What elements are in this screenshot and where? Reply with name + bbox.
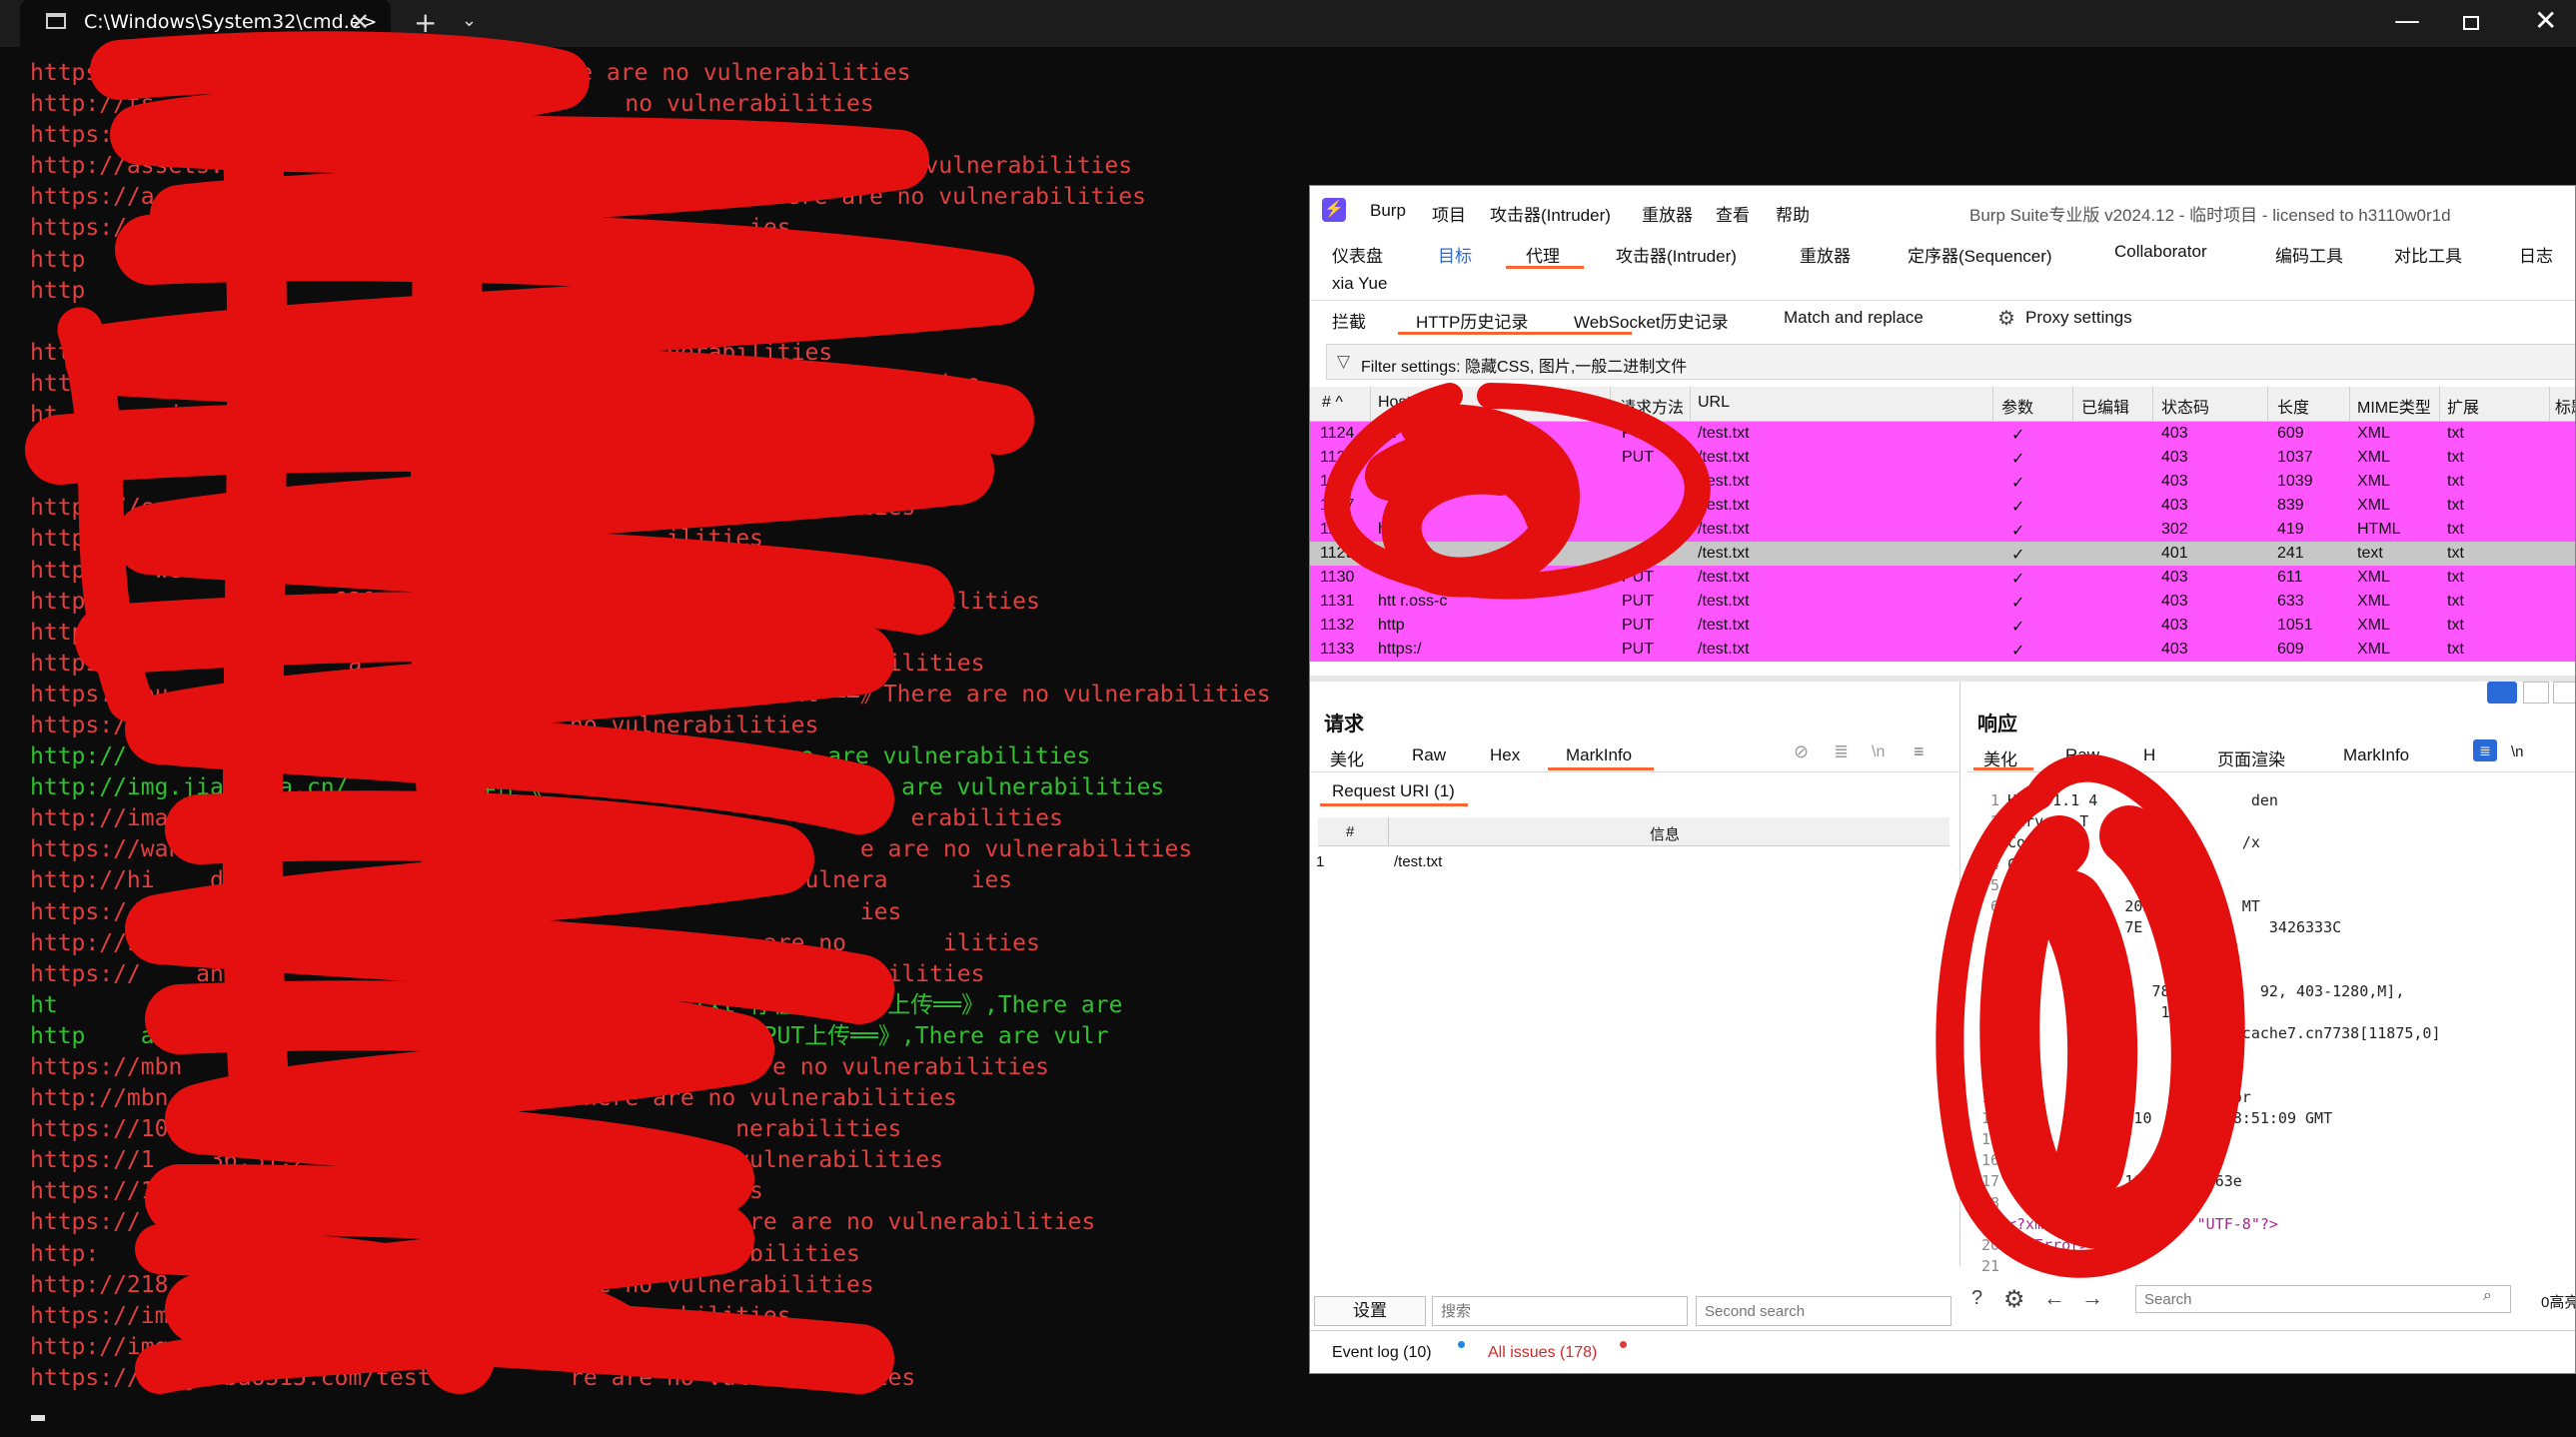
cmd-output-line: ht aliyuncs.com/test.txt 存在《══PUT上传══》,T… bbox=[30, 991, 1123, 1018]
terminal-icon bbox=[46, 13, 66, 29]
cmd-tab[interactable]: C:\Windows\System32\cmd.e> ✕ bbox=[20, 0, 391, 47]
cmd-output-line: https://oss ilities bbox=[30, 122, 763, 149]
cmd-output-line: http://img are no vulnerabiliti bbox=[30, 1333, 750, 1360]
cmd-output-line: https://im s. are no vulnerabilities bbox=[30, 1302, 791, 1329]
cmd-titlebar: C:\Windows\System32\cmd.e> ✕ + ⌄ — ✕ bbox=[0, 0, 2576, 47]
cmd-output: https:// . ==》There are no vulnerabiliti… bbox=[30, 58, 1529, 1394]
cmd-output-line: http://218 are no vulnerabilities bbox=[30, 1271, 874, 1298]
cmd-output-line: https:// a are no vulnerabilities bbox=[30, 650, 985, 677]
cmd-output-line: http atic.oss .com/test.txt 存在《══PUT上传══… bbox=[30, 1022, 1109, 1049]
cmd-output-line: https://www nerabilities bbox=[30, 339, 833, 366]
cmd-output-line: https://wan .oss .com/test.txt e are no … bbox=[30, 836, 1193, 863]
chevron-down-icon[interactable]: ⌄ bbox=[462, 10, 477, 31]
cmd-output-line: http:// 《══PUT上传══》,There are vulnerabil… bbox=[30, 743, 1091, 770]
redaction-scribble bbox=[1323, 383, 2245, 1278]
cmd-output-line: http .vip/test.txt es bbox=[30, 246, 612, 273]
cmd-output-line: http:/ /test.txt ==》There abilities bbox=[30, 370, 980, 397]
cmd-output-line: https://10 ies bbox=[30, 215, 791, 242]
cmd-output-line: http://47 ilities bbox=[30, 526, 763, 553]
cmd-output-line: http bbox=[30, 277, 86, 304]
cmd-output-line: http://img.jiajiaba.cn/ .txt 存在《══P Ther… bbox=[30, 774, 1165, 801]
cmd-output-line: http://images. jiaob .cn/test.txt ==》The… bbox=[30, 805, 1063, 832]
cmd-output-line: http:/ wew .txt ==》 erabilities bbox=[30, 557, 911, 584]
cmd-output-line: oss bbox=[30, 433, 155, 460]
cmd-output-line: https:// ies bbox=[30, 898, 902, 925]
cmd-output-line: https://bu img -cn-sh .com/test.txt ==》T… bbox=[30, 681, 1271, 708]
cmd-output-line: https://1 .31.4 ilities bbox=[30, 1178, 763, 1205]
burp-window: ⚡ Burp 项目 攻击器(Intruder) 重放器 查看 帮助 Burp S… bbox=[1309, 185, 2576, 1374]
cmd-output-line: http://ts . no vulnerabilities bbox=[30, 91, 874, 118]
cmd-output-line: https://image.bao315.com/test re are no … bbox=[30, 1364, 916, 1391]
cmd-output-line: https://mbn est.txt ==》There are no vuln… bbox=[30, 1054, 1049, 1080]
cmd-output-line: https://a 》There are no vulnerabilities bbox=[30, 184, 1146, 211]
cmd-output-line: http://hi dlcjv no vulnera ies bbox=[30, 867, 1013, 894]
cmd-output-line: http://assets. 》There are no vulnerabili… bbox=[30, 153, 1133, 180]
cmd-output-line: https:// . ==》There are no vulnerabiliti… bbox=[30, 60, 911, 86]
cmd-output-line: https://srsd jhl5 are no vulnerabilities bbox=[30, 495, 916, 522]
new-tab-button[interactable]: + bbox=[414, 6, 437, 39]
cmd-output-line: http: no vulnerabilities bbox=[30, 1240, 860, 1267]
window-close-button[interactable]: ✕ bbox=[2534, 4, 2557, 37]
cmd-output-line: https://10 56. nerabilities bbox=[30, 1116, 902, 1143]
cmd-output-line: https://1 36.31.2 test.txt == ere are no… bbox=[30, 1147, 943, 1174]
cmd-output-line: https:// anxun The abilities bbox=[30, 960, 985, 987]
cmd-tab-title: C:\Windows\System32\cmd.e> bbox=[84, 11, 378, 33]
cmd-output-line: http://sta .com/te here are no ilities bbox=[30, 929, 1040, 956]
cmd-output-line bbox=[30, 307, 1529, 338]
tab-close-icon[interactable]: ✕ bbox=[350, 8, 370, 36]
cmd-output-line: https:// 7e247 no vulnerabilities bbox=[30, 712, 819, 738]
cmd-output-line: t.txt ==》There are no vulnerabilities bbox=[30, 464, 966, 491]
maximize-button[interactable] bbox=[2463, 16, 2479, 30]
text-cursor bbox=[31, 1415, 45, 1421]
cmd-output-line: https:// etopn starcloud.com/test.t Ther… bbox=[30, 1209, 1096, 1236]
cmd-output-line: http://mbn gjh.0203c There are no vulner… bbox=[30, 1085, 957, 1112]
cmd-output-line: http://8 b247.top/ .txt T es bbox=[30, 619, 874, 646]
cmd-output-line: https w.020 27. vulnerabilities bbox=[30, 588, 1040, 615]
minimize-button[interactable]: — bbox=[2394, 6, 2420, 36]
cmd-output-line: ht .xmjs bbox=[30, 402, 197, 429]
